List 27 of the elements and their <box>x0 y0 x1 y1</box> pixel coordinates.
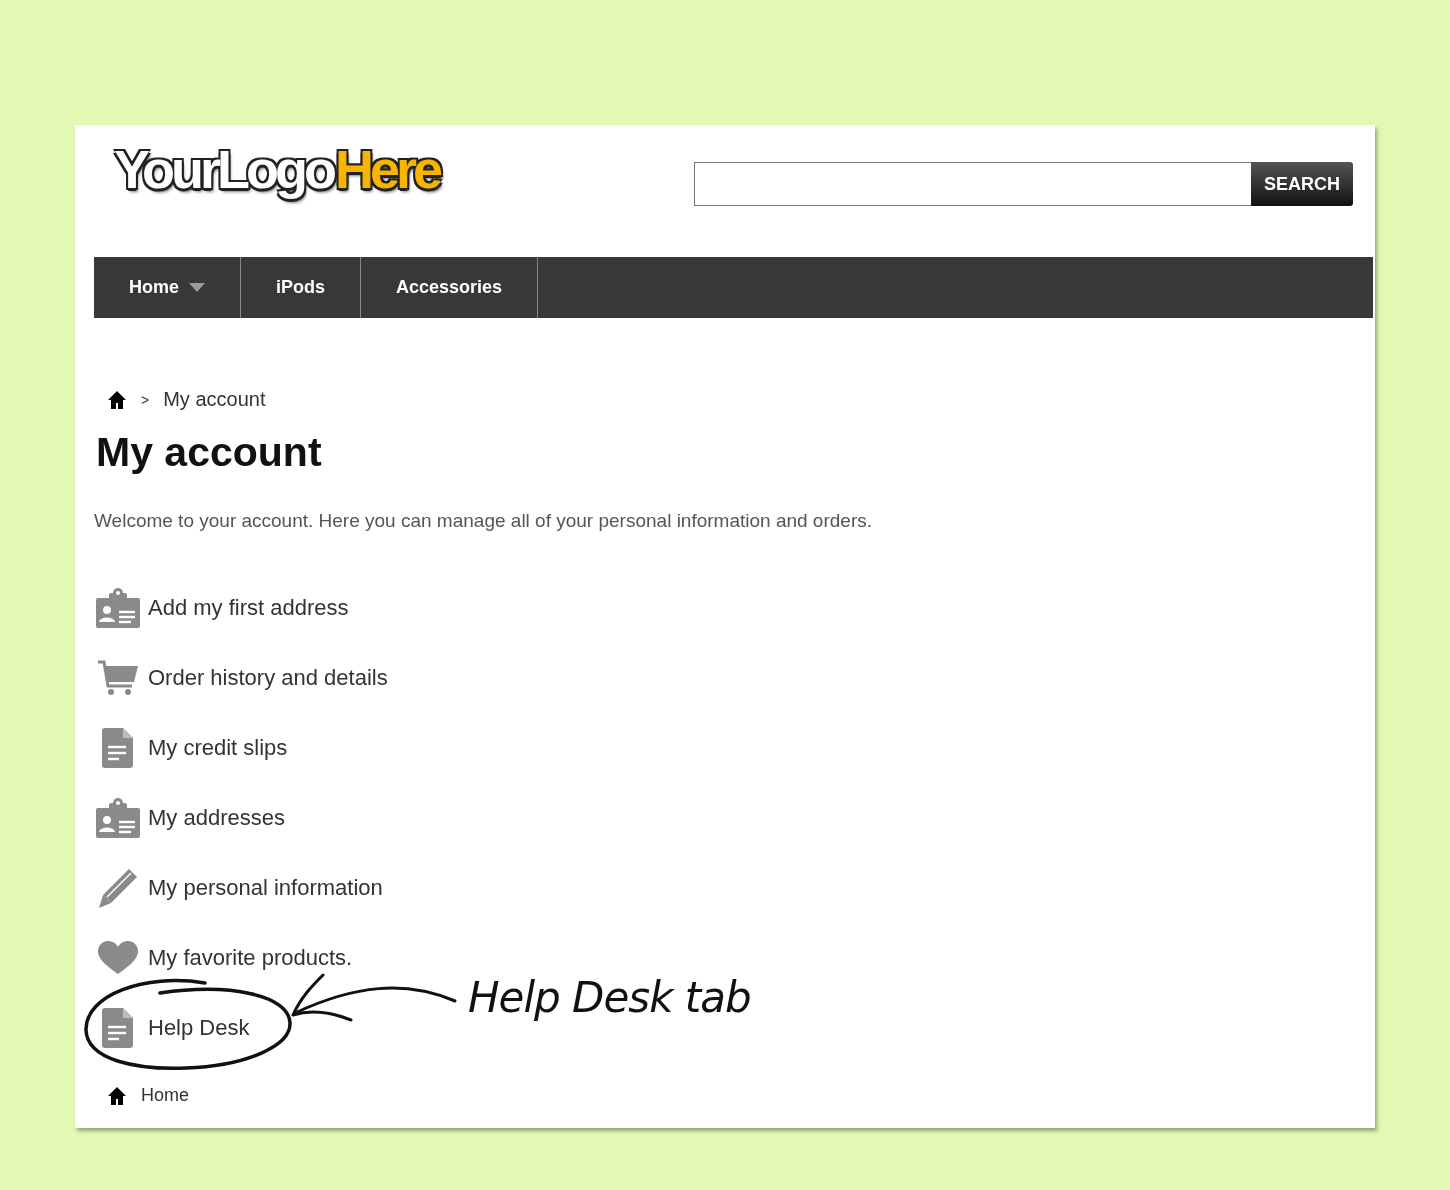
home-link[interactable]: Home <box>141 1085 189 1106</box>
home-icon[interactable] <box>107 389 127 410</box>
cart-icon <box>96 659 140 697</box>
nav-menu-item[interactable]: Home <box>94 257 241 318</box>
account-link[interactable]: My personal information <box>148 875 383 901</box>
address-card-icon <box>95 797 141 839</box>
document-icon <box>102 727 134 769</box>
pencil-icon <box>97 867 139 909</box>
home-icon[interactable] <box>107 1085 127 1106</box>
account-link[interactable]: My addresses <box>148 805 285 831</box>
account-link[interactable]: My credit slips <box>148 735 288 761</box>
account-link[interactable]: Help Desk <box>148 1015 250 1041</box>
address-card-icon <box>95 587 141 629</box>
breadcrumb-link[interactable]: My account <box>163 388 266 411</box>
intro-text: Welcome to your account. Here you can manage all of your personal information and orders. <box>94 510 873 532</box>
breadcrumb-separator: > <box>141 391 150 408</box>
account-link[interactable]: Order history and details <box>148 665 388 691</box>
heart-icon <box>98 941 138 975</box>
account-link[interactable]: My favorite products. <box>148 945 353 971</box>
search-field[interactable] <box>694 162 1251 206</box>
account-link[interactable]: Add my first address <box>148 595 349 621</box>
document-icon <box>102 1007 134 1049</box>
nav-menu-item[interactable]: iPods <box>241 257 362 318</box>
nav-menu-item[interactable]: Accessories <box>361 257 539 318</box>
page-title: My account <box>96 429 323 476</box>
search-button[interactable]: SEARCH <box>1251 162 1353 206</box>
annotation-text: Help Desk tab <box>468 973 751 1022</box>
